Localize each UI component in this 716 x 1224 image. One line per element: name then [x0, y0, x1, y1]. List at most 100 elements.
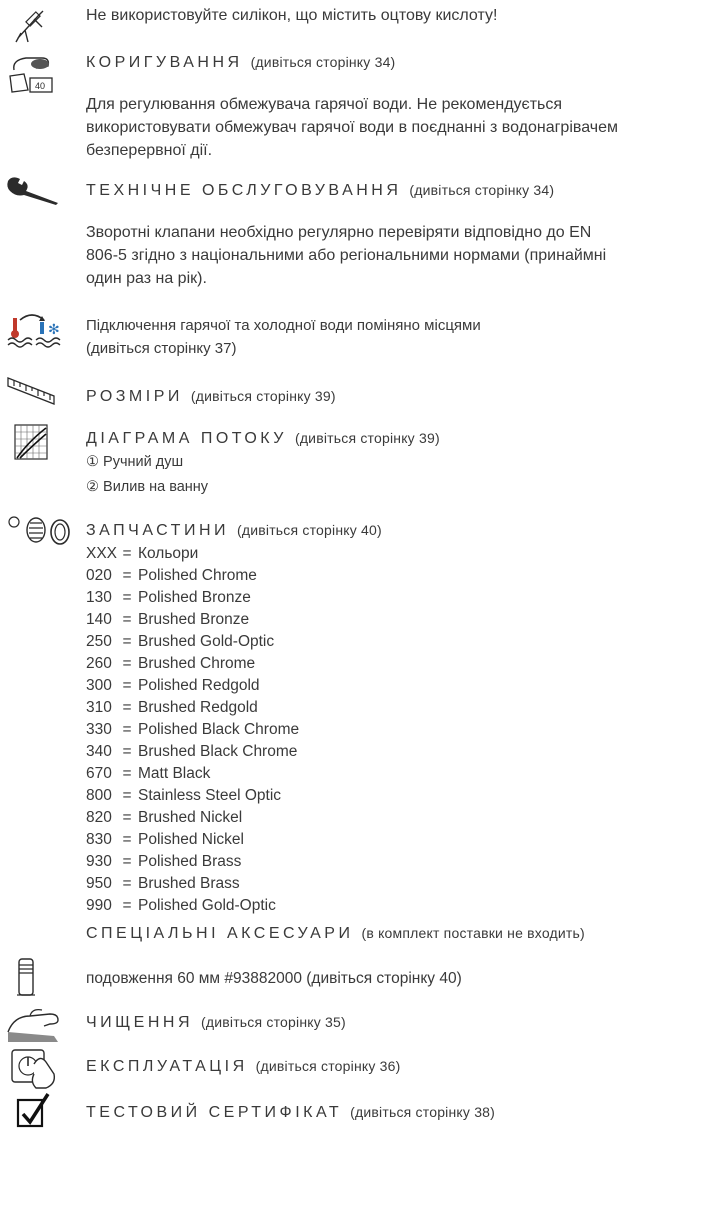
- spare-part-code: 820: [86, 809, 112, 826]
- maintenance-line: один раз на рік).: [86, 270, 207, 287]
- spare-part-name: Polished Nickel: [138, 831, 244, 848]
- spare-part-code: 340: [86, 743, 112, 760]
- spare-part-name: Brushed Redgold: [138, 699, 258, 716]
- spare-part-row: 300 = Polished Redgold: [86, 675, 299, 697]
- spare-part-name: Brushed Nickel: [138, 809, 243, 826]
- spare-parts-heading: ЗАПЧАСТИНИ: [86, 522, 229, 539]
- svg-text:✻: ✻: [48, 322, 60, 338]
- extension-icon: [14, 957, 38, 999]
- adjustment-heading: КОРИГУВАННЯ: [86, 54, 243, 71]
- adjustment-line: безперервної дії.: [86, 142, 213, 159]
- spare-part-row: 950 = Brushed Brass: [86, 873, 299, 895]
- spare-part-code: 330: [86, 721, 112, 738]
- spare-part-code: 300: [86, 677, 112, 694]
- cleaning-heading-row: ЧИЩЕННЯ (дивіться сторінку 35): [86, 1012, 346, 1033]
- spare-part-row: 800 = Stainless Steel Optic: [86, 785, 299, 807]
- equals-sign: =: [122, 897, 132, 914]
- spare-part-name: Polished Brass: [138, 853, 242, 870]
- equals-sign: =: [122, 633, 132, 650]
- equals-sign: =: [122, 611, 132, 628]
- equals-sign: =: [122, 743, 132, 760]
- equals-sign: =: [122, 545, 132, 562]
- connection-line: Підключення гарячої та холодної води пом…: [86, 317, 481, 334]
- spare-part-row: XXX = Кольори: [86, 543, 299, 565]
- spare-part-name: Polished Chrome: [138, 567, 257, 584]
- spare-part-code: 020: [86, 567, 112, 584]
- spare-part-code: 250: [86, 633, 112, 650]
- dimensions-heading-row: РОЗМІРИ (дивіться сторінку 39): [86, 386, 336, 407]
- spare-part-name: Кольори: [138, 545, 199, 562]
- maintenance-heading: ТЕХНІЧНЕ ОБСЛУГОВУВАННЯ: [86, 182, 402, 199]
- operation-heading-row: ЕКСПЛУАТАЦІЯ (дивіться сторінку 36): [86, 1056, 401, 1077]
- flow-item: ② Вилив на ванну: [86, 479, 209, 495]
- dimensions-heading: РОЗМІРИ: [86, 388, 183, 405]
- adjustment-heading-row: КОРИГУВАННЯ (дивіться сторінку 34): [86, 52, 395, 73]
- certificate-page-ref: (дивіться сторінку 38): [350, 1104, 496, 1120]
- spare-part-row: 820 = Brushed Nickel: [86, 807, 299, 829]
- adjustment-line: Для регулювання обмежувача гарячої води.…: [86, 96, 563, 113]
- spare-part-code: 950: [86, 875, 112, 892]
- spare-part-row: 140 = Brushed Bronze: [86, 609, 299, 631]
- cleaning-heading: ЧИЩЕННЯ: [86, 1014, 193, 1031]
- maintenance-paragraph: Зворотні клапани необхідно регулярно пер…: [86, 223, 606, 289]
- spare-part-name: Brushed Brass: [138, 875, 240, 892]
- spare-parts-heading-row: ЗАПЧАСТИНИ (дивіться сторінку 40): [86, 520, 382, 541]
- spare-parts-icon: [6, 513, 72, 547]
- spare-part-row: 330 = Polished Black Chrome: [86, 719, 299, 741]
- spare-part-code: 800: [86, 787, 112, 804]
- spare-part-name: Polished Gold-Optic: [138, 897, 276, 914]
- equals-sign: =: [122, 831, 132, 848]
- equals-sign: =: [122, 567, 132, 584]
- spare-part-row: 670 = Matt Black: [86, 763, 299, 785]
- equals-sign: =: [122, 875, 132, 892]
- flow-heading-row: ДІАГРАМА ПОТОКУ (дивіться сторінку 39): [86, 428, 440, 449]
- equals-sign: =: [122, 699, 132, 716]
- spare-part-code: 260: [86, 655, 112, 672]
- dimensions-page-ref: (дивіться сторінку 39): [190, 388, 336, 404]
- spare-parts-list: XXX = Кольори 020 = Polished Chrome 130 = Polish…: [86, 543, 299, 917]
- spare-part-code: 930: [86, 853, 112, 870]
- connection-line: (дивіться сторінку 37): [86, 340, 237, 357]
- maintenance-line: 806-5 згідно з національними або регіона…: [86, 247, 607, 264]
- thermostat-adjust-icon: 40: [6, 52, 56, 94]
- spare-part-code: XXX: [86, 545, 118, 562]
- accessories-heading-row: СПЕЦІАЛЬНІ АКСЕСУАРИ (в комплект поставки…: [86, 923, 585, 944]
- equals-sign: =: [122, 589, 132, 606]
- spare-part-row: 310 = Brushed Redgold: [86, 697, 299, 719]
- spare-part-code: 130: [86, 589, 112, 606]
- spare-part-name: Brushed Bronze: [138, 611, 250, 628]
- maintenance-page-ref: (дивіться сторінку 34): [409, 182, 555, 198]
- certificate-heading: ТЕСТОВИЙ СЕРТИФІКАТ: [86, 1104, 343, 1121]
- cleaning-icon: [4, 1002, 64, 1044]
- hot-cold-swap-icon: ✻: [6, 312, 62, 348]
- extension-text: подовження 60 мм #93882000 (дивіться сто…: [86, 970, 462, 987]
- flow-page-ref: (дивіться сторінку 39): [294, 430, 440, 446]
- certificate-heading-row: ТЕСТОВИЙ СЕРТИФІКАТ (дивіться сторінку 38…: [86, 1102, 495, 1123]
- spare-part-name: Brushed Gold-Optic: [138, 633, 275, 650]
- operation-page-ref: (дивіться сторінку 36): [255, 1058, 401, 1074]
- spare-part-row: 930 = Polished Brass: [86, 851, 299, 873]
- spare-part-name: Brushed Black Chrome: [138, 743, 298, 760]
- checkbox-icon: [16, 1092, 50, 1128]
- equals-sign: =: [122, 677, 132, 694]
- spare-part-code: 670: [86, 765, 112, 782]
- flow-item: ① Ручний душ: [86, 454, 184, 470]
- equals-sign: =: [122, 853, 132, 870]
- spare-part-name: Stainless Steel Optic: [138, 787, 282, 804]
- adjustment-line: використовувати обмежувач гарячої води в…: [86, 119, 618, 136]
- equals-sign: =: [122, 765, 132, 782]
- operation-hand-icon: [10, 1044, 58, 1090]
- spare-part-row: 830 = Polished Nickel: [86, 829, 299, 851]
- thermostat-icon-label: 40: [35, 81, 45, 91]
- connection-note: Підключення гарячої та холодної води пом…: [86, 316, 481, 359]
- wrench-icon: [4, 175, 60, 205]
- adjustment-page-ref: (дивіться сторінку 34): [250, 54, 396, 70]
- accessories-note: (в комплект поставки не входить): [361, 925, 585, 941]
- flow-heading: ДІАГРАМА ПОТОКУ: [86, 430, 287, 447]
- maintenance-line: Зворотні клапани необхідно регулярно пер…: [86, 224, 592, 241]
- adjustment-paragraph: Для регулювання обмежувача гарячої води.…: [86, 95, 618, 161]
- silicone-gun-icon: [12, 6, 48, 44]
- spare-part-row: 130 = Polished Bronze: [86, 587, 299, 609]
- spare-part-code: 310: [86, 699, 112, 716]
- spare-part-name: Matt Black: [138, 765, 211, 782]
